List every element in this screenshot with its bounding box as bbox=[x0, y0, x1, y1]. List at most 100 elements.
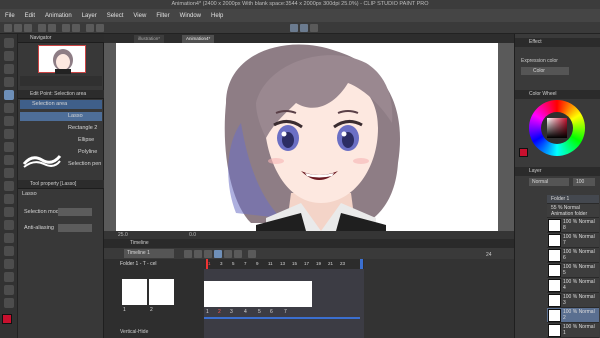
character-illustration bbox=[224, 44, 401, 231]
layer-row-3[interactable]: 100 % Normal 3 bbox=[547, 293, 599, 308]
fill-tool-icon[interactable] bbox=[4, 220, 14, 230]
frame-ruler[interactable]: 1 3 5 7 9 11 13 15 17 19 21 23 bbox=[204, 259, 364, 269]
drawing-canvas[interactable] bbox=[116, 43, 498, 231]
end-marker[interactable] bbox=[360, 259, 363, 269]
menu-view[interactable]: View bbox=[128, 13, 151, 19]
zoom-value[interactable]: 25.0 bbox=[118, 232, 128, 238]
sub-tool-lasso[interactable]: Lasso bbox=[20, 112, 102, 121]
main-color-swatch[interactable] bbox=[2, 314, 12, 324]
eraser-tool-icon[interactable] bbox=[4, 194, 14, 204]
last-frame-icon[interactable] bbox=[234, 250, 242, 258]
layer-mode: 100 % Normal bbox=[563, 264, 595, 270]
color-wheel-header: Color Wheel bbox=[515, 90, 600, 99]
menu-edit[interactable]: Edit bbox=[20, 13, 40, 19]
color-wheel[interactable] bbox=[529, 100, 585, 156]
navigator-controls[interactable] bbox=[20, 76, 102, 86]
layer-row-6[interactable]: 100 % Normal 6 bbox=[547, 248, 599, 263]
prev-frame-icon[interactable] bbox=[204, 250, 212, 258]
menu-file[interactable]: File bbox=[0, 13, 20, 19]
layer-row-4[interactable]: 100 % Normal 4 bbox=[547, 278, 599, 293]
snap-grid-icon[interactable] bbox=[300, 24, 308, 32]
layer-row-animation-folder[interactable]: 55 % Normal Animation folder bbox=[547, 204, 599, 218]
menu-select[interactable]: Select bbox=[102, 13, 129, 19]
snap-special-icon[interactable] bbox=[310, 24, 318, 32]
airbrush-tool-icon[interactable] bbox=[4, 168, 14, 178]
layer-row-7[interactable]: 100 % Normal 7 bbox=[547, 233, 599, 248]
transform-icon[interactable] bbox=[72, 24, 80, 32]
cel-thumb-2[interactable] bbox=[149, 279, 174, 305]
playhead[interactable] bbox=[206, 259, 208, 269]
layer-row-8[interactable]: 100 % Normal 8 bbox=[547, 218, 599, 233]
cel-strip[interactable] bbox=[204, 281, 312, 307]
selection-mode-buttons[interactable] bbox=[58, 208, 92, 216]
menu-layer[interactable]: Layer bbox=[77, 13, 102, 19]
menu-animation[interactable]: Animation bbox=[40, 13, 77, 19]
timeline-grid[interactable]: 1 2 3 4 5 6 7 bbox=[204, 269, 364, 338]
balloon-tool-icon[interactable] bbox=[4, 298, 14, 308]
navigator-preview[interactable] bbox=[38, 45, 86, 74]
cel-number: 3 bbox=[230, 309, 233, 315]
clear-icon[interactable] bbox=[62, 24, 70, 32]
decoration-tool-icon[interactable] bbox=[4, 181, 14, 191]
first-frame-icon[interactable] bbox=[194, 250, 202, 258]
frame-tool-icon[interactable] bbox=[4, 259, 14, 269]
operation-tool-icon[interactable] bbox=[4, 51, 14, 61]
deselect-icon[interactable] bbox=[86, 24, 94, 32]
new-file-icon[interactable] bbox=[4, 24, 12, 32]
text-tool-icon[interactable] bbox=[4, 285, 14, 295]
color-saturation-square[interactable] bbox=[547, 118, 567, 138]
pencil-tool-icon[interactable] bbox=[4, 142, 14, 152]
sub-tool-rectangle-2[interactable]: Rectangle 2 bbox=[20, 124, 102, 133]
layer-row-2[interactable]: 100 % Normal 2 bbox=[547, 308, 599, 323]
snap-ruler-icon[interactable] bbox=[290, 24, 298, 32]
next-frame-icon[interactable] bbox=[224, 250, 232, 258]
tab-animation4[interactable]: Animation4* bbox=[182, 35, 215, 43]
cel-thumb-1[interactable] bbox=[122, 279, 147, 305]
layer-header: Layer bbox=[515, 167, 600, 176]
frame-number: 17 bbox=[304, 261, 310, 266]
menu-help[interactable]: Help bbox=[206, 13, 228, 19]
track-label[interactable]: Folder 1 - T - cel bbox=[120, 261, 157, 267]
sub-tool-ellipse[interactable]: Ellipse bbox=[20, 136, 102, 145]
zoom-tool-icon[interactable] bbox=[4, 38, 14, 48]
blend-mode-select[interactable]: Normal bbox=[529, 178, 569, 186]
brush-tool-icon[interactable] bbox=[4, 155, 14, 165]
play-icon[interactable] bbox=[214, 250, 222, 258]
ruler-tool-icon[interactable] bbox=[4, 272, 14, 282]
eyedropper-tool-icon[interactable] bbox=[4, 116, 14, 126]
blend-tool-icon[interactable] bbox=[4, 207, 14, 217]
expression-color-select[interactable]: Color bbox=[521, 67, 569, 75]
open-file-icon[interactable] bbox=[14, 24, 22, 32]
timeline-range-bar[interactable] bbox=[204, 317, 360, 319]
opacity-field[interactable]: 100 bbox=[573, 178, 595, 186]
menu-filter[interactable]: Filter bbox=[151, 13, 174, 19]
move-layer-tool-icon[interactable] bbox=[4, 64, 14, 74]
timeline-select[interactable]: Timeline 1 bbox=[124, 249, 174, 258]
anti-aliasing-buttons[interactable] bbox=[58, 224, 92, 232]
figure-tool-icon[interactable] bbox=[4, 246, 14, 256]
auto-select-tool-icon[interactable] bbox=[4, 103, 14, 113]
save-icon[interactable] bbox=[24, 24, 32, 32]
onion-skin-icon[interactable] bbox=[248, 250, 256, 258]
gradient-tool-icon[interactable] bbox=[4, 233, 14, 243]
layer-row-5[interactable]: 100 % Normal 5 bbox=[547, 263, 599, 278]
layer-thumbnail bbox=[548, 264, 561, 277]
lasso-tool-icon[interactable] bbox=[4, 90, 14, 100]
effect-header: Effect bbox=[515, 38, 600, 47]
redo-icon[interactable] bbox=[48, 24, 56, 32]
tab-illustration[interactable]: illustration* bbox=[134, 35, 165, 43]
pen-tool-icon[interactable] bbox=[4, 129, 14, 139]
selection-tool-icon[interactable] bbox=[4, 77, 14, 87]
rotation-value[interactable]: 0.0 bbox=[189, 232, 196, 238]
menu-window[interactable]: Window bbox=[175, 13, 206, 19]
invert-selection-icon[interactable] bbox=[96, 24, 104, 32]
layer-row-folder-1[interactable]: Folder 1 bbox=[547, 195, 599, 204]
main-color-chip[interactable] bbox=[519, 148, 528, 157]
sub-tool-group-selection-area[interactable]: Selection area bbox=[20, 100, 102, 109]
layer-row-1[interactable]: 100 % Normal 1 bbox=[547, 323, 599, 338]
undo-icon[interactable] bbox=[38, 24, 46, 32]
layer-name: Folder 1 bbox=[551, 196, 570, 202]
frame-number: 5 bbox=[232, 261, 235, 266]
layer-mode: 100 % Normal bbox=[563, 279, 595, 285]
new-animation-cel-icon[interactable] bbox=[184, 250, 192, 258]
